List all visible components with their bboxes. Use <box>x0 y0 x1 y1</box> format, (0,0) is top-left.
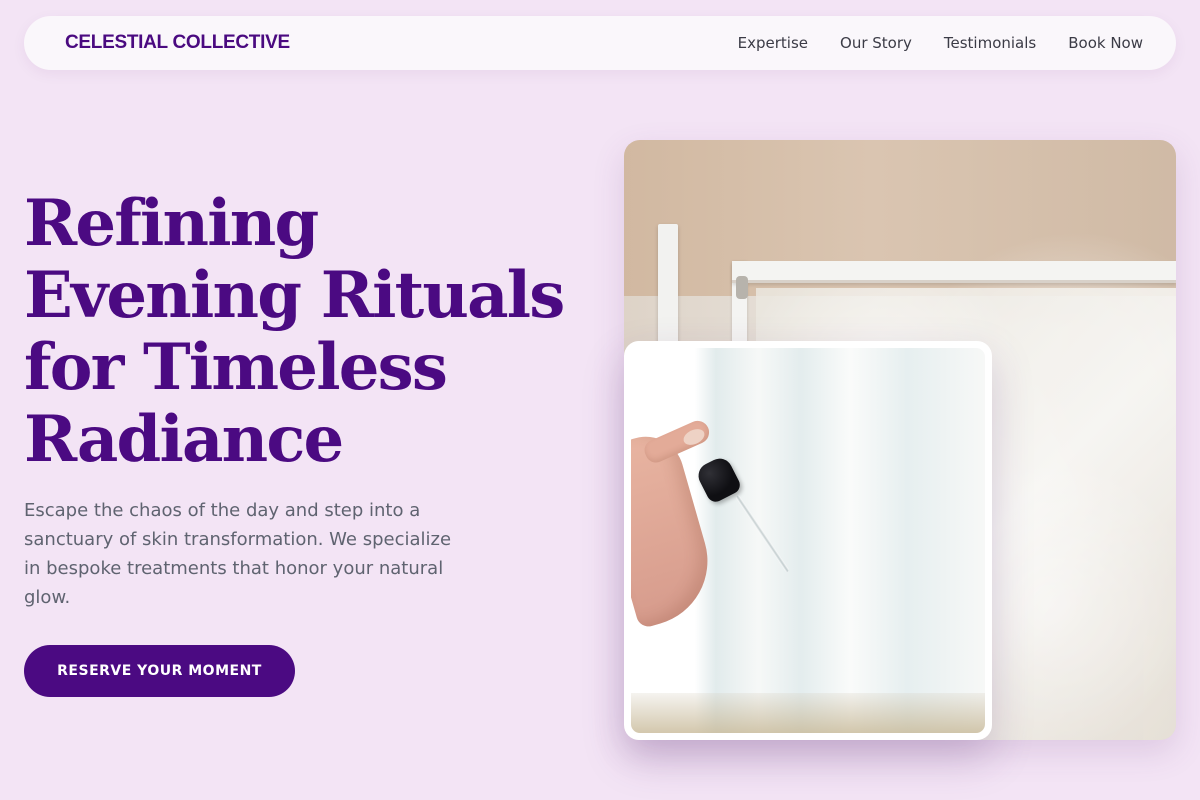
reserve-moment-button[interactable]: RESERVE YOUR MOMENT <box>24 645 295 697</box>
brand-logo-link[interactable]: CELESTIAL COLLECTIVE <box>65 32 290 54</box>
white-frame-rail <box>732 261 1176 283</box>
primary-navigation: Expertise Our Story Testimonials Book No… <box>738 34 1143 52</box>
wood-floor-strip <box>631 693 985 733</box>
hero-description: Escape the chaos of the day and step int… <box>24 500 452 608</box>
serum-dropper-photo <box>631 348 985 733</box>
hand-icon <box>631 427 723 630</box>
nav-link-our-story[interactable]: Our Story <box>840 34 912 52</box>
nav-link-book-now[interactable]: Book Now <box>1068 34 1143 52</box>
glass-dropper-icon <box>735 494 790 573</box>
serum-dropper-photo-card <box>624 341 992 740</box>
site-header: CELESTIAL COLLECTIVE Expertise Our Story… <box>24 16 1176 70</box>
nav-link-expertise[interactable]: Expertise <box>738 34 808 52</box>
hero-title: Refining Evening Rituals for Timeless Ra… <box>24 186 565 477</box>
nav-link-testimonials[interactable]: Testimonials <box>944 34 1036 52</box>
white-frame-post <box>658 224 678 352</box>
frame-joint-detail <box>736 276 748 299</box>
